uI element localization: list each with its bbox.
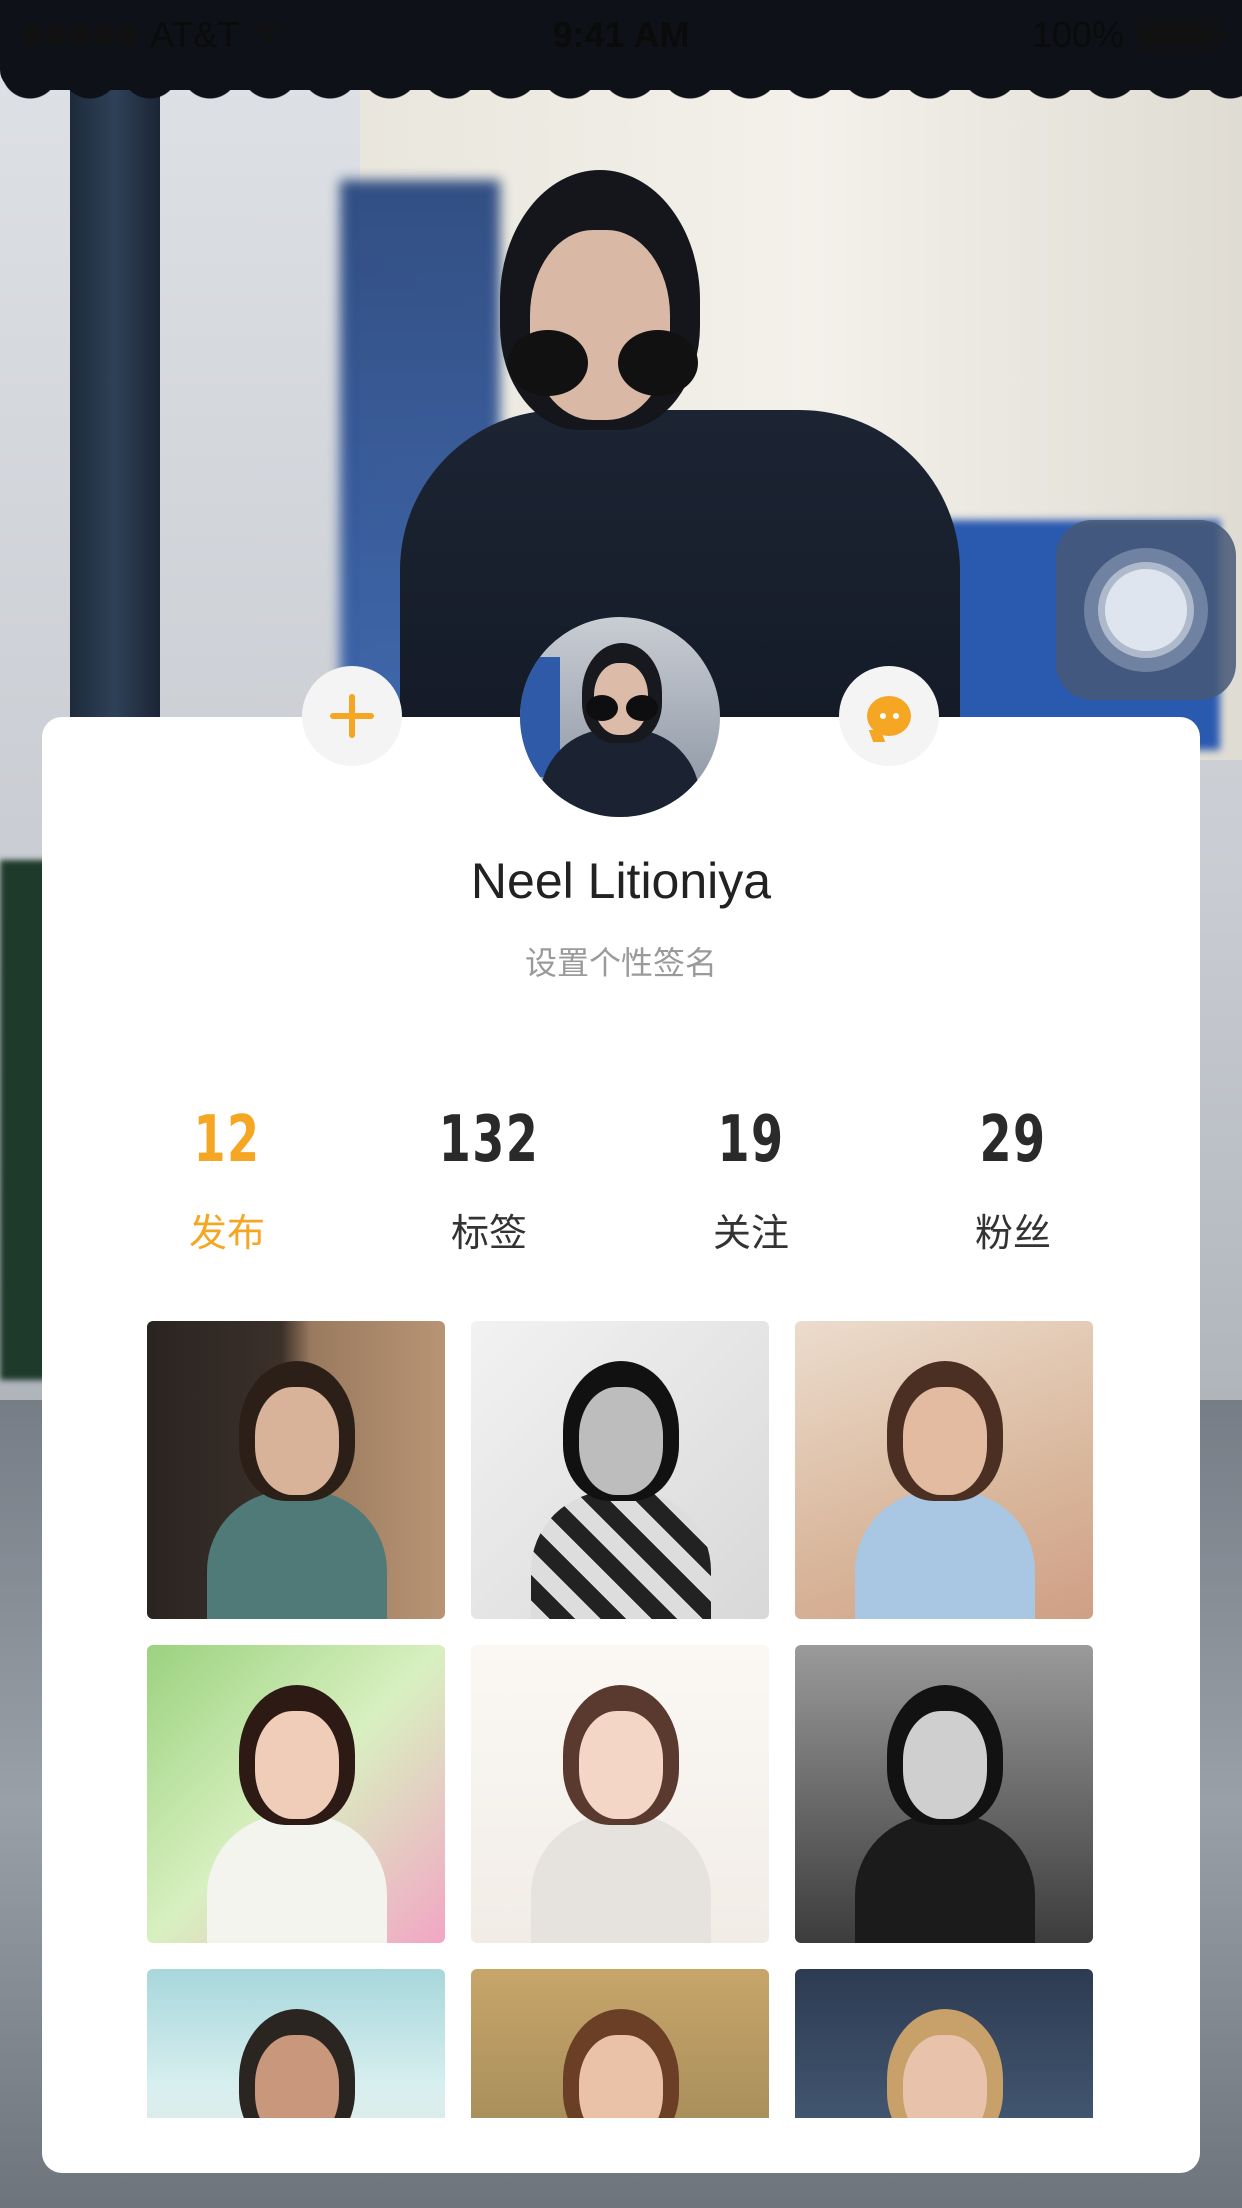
photo-thumbnail[interactable] — [471, 1321, 769, 1619]
photo-thumbnail[interactable] — [147, 1321, 445, 1619]
photo-grid — [147, 1321, 1093, 2118]
stat-label: 粉丝 — [974, 1213, 1051, 1255]
message-button[interactable] — [839, 666, 939, 766]
battery-icon — [1135, 18, 1226, 52]
stat-posts[interactable]: 12 发布 — [96, 1100, 358, 1260]
wifi-icon — [251, 17, 285, 54]
assistive-touch-button[interactable] — [1056, 520, 1236, 700]
add-button[interactable] — [302, 666, 402, 766]
stat-value: 19 — [717, 1103, 785, 1177]
chat-bubble-icon — [867, 696, 911, 736]
stat-following[interactable]: 19 关注 — [620, 1100, 882, 1260]
profile-name: Neel Litioniya — [470, 853, 772, 909]
stats-row: 12 发布 132 标签 19 关注 29 粉丝 — [96, 1100, 1146, 1260]
photo-thumbnail[interactable] — [147, 1645, 445, 1943]
signature-prompt[interactable]: 设置个性签名 — [42, 938, 1200, 984]
stat-tags[interactable]: 132 标签 — [358, 1100, 620, 1260]
signal-strength-icon — [22, 25, 138, 45]
stat-value: 29 — [979, 1103, 1047, 1177]
photo-thumbnail[interactable] — [795, 1969, 1093, 2118]
carrier-label: AT&T — [150, 14, 240, 55]
plus-icon — [330, 694, 374, 738]
photo-thumbnail[interactable] — [795, 1645, 1093, 1943]
stat-label: 关注 — [712, 1213, 789, 1255]
stat-value: 12 — [193, 1103, 261, 1177]
status-bar: AT&T 9:41 AM 100% — [0, 0, 1242, 70]
photo-thumbnail[interactable] — [471, 1969, 769, 2118]
battery-percent: 100% — [1031, 14, 1124, 55]
clock: 9:41 AM — [552, 14, 690, 55]
stat-followers[interactable]: 29 粉丝 — [882, 1100, 1144, 1260]
stat-label: 发布 — [188, 1213, 265, 1255]
stat-value: 132 — [438, 1103, 540, 1177]
photo-thumbnail[interactable] — [795, 1321, 1093, 1619]
photo-thumbnail[interactable] — [147, 1969, 445, 2118]
photo-thumbnail[interactable] — [471, 1645, 769, 1943]
stat-label: 标签 — [450, 1213, 527, 1255]
avatar[interactable] — [520, 617, 720, 817]
